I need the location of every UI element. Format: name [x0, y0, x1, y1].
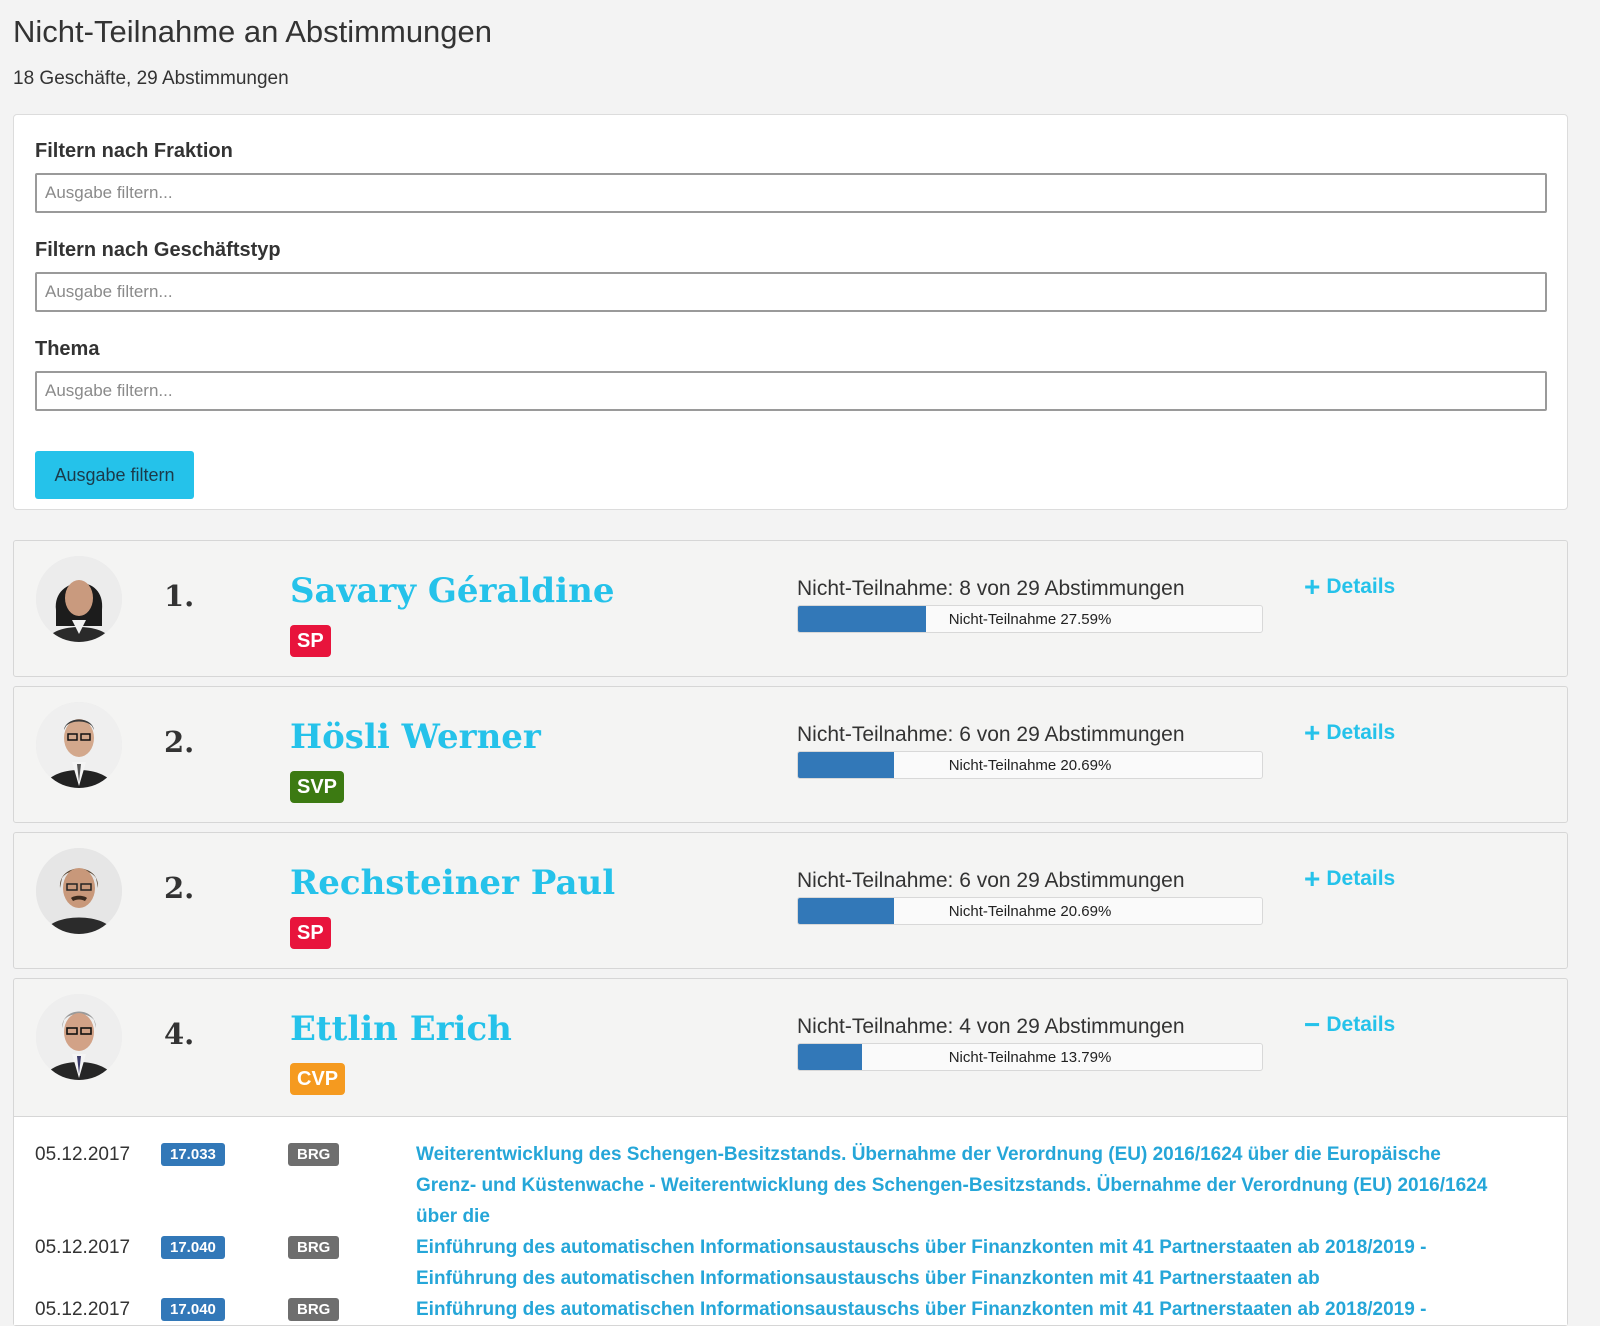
member-card-header: 2. Rechsteiner Paul SP Nicht-Teilnahme: …	[14, 833, 1567, 970]
portrait-icon	[36, 702, 122, 788]
avatar	[36, 848, 122, 934]
absence-progress-bar: Nicht-Teilnahme 27.59%	[797, 605, 1263, 633]
filter-panel: Filtern nach Fraktion Filtern nach Gesch…	[13, 114, 1568, 510]
business-number-cell: 17.033	[161, 1139, 288, 1232]
business-title-link[interactable]: Einführung des automatischen Information…	[416, 1232, 1496, 1294]
member-name-link[interactable]: Ettlin Erich	[290, 1009, 512, 1049]
details-label: Details	[1326, 867, 1396, 890]
details-label: Details	[1326, 575, 1396, 598]
member-rank: 1.	[164, 579, 195, 613]
member-card: 2. Hösli Werner SVP Nicht-Teilnahme: 6 v…	[13, 686, 1568, 823]
vote-date: 05.12.2017	[35, 1237, 131, 1258]
page-subtitle: 18 Geschäfte, 29 Abstimmungen	[13, 68, 289, 89]
details-toggle[interactable]: + Details	[1304, 717, 1396, 748]
filter-geschaeftstyp-label: Filtern nach Geschäftstyp	[35, 239, 281, 261]
filter-group-geschaeftstyp: Filtern nach Geschäftstyp	[35, 238, 1547, 337]
party-badge: CVP	[290, 1063, 346, 1095]
party-badge: SP	[290, 917, 331, 949]
absence-progress-label: Nicht-Teilnahme 20.69%	[948, 903, 1112, 920]
filter-submit-button[interactable]: Ausgabe filtern	[35, 451, 194, 499]
plus-icon: +	[1304, 717, 1321, 748]
details-toggle[interactable]: − Details	[1304, 1009, 1396, 1040]
table-row: 05.12.2017 17.033 BRG Weiterentwicklung …	[14, 1139, 1567, 1232]
minus-icon: −	[1304, 1009, 1321, 1040]
filter-thema-label: Thema	[35, 338, 100, 360]
avatar	[36, 994, 122, 1080]
absence-progress-label: Nicht-Teilnahme 27.59%	[948, 611, 1112, 628]
details-toggle[interactable]: + Details	[1304, 571, 1396, 602]
business-type-badge: BRG	[288, 1298, 340, 1321]
business-title-link[interactable]: Weiterentwicklung des Schengen-Besitzsta…	[416, 1139, 1496, 1232]
plus-icon: +	[1304, 571, 1321, 602]
filter-geschaeftstyp-input[interactable]	[35, 272, 1547, 312]
absence-stat: Nicht-Teilnahme: 6 von 29 Abstimmungen	[797, 723, 1185, 746]
page: Nicht-Teilnahme an Abstimmungen 18 Gesch…	[0, 0, 1568, 1326]
portrait-icon	[36, 994, 122, 1080]
member-card-header: 1. Savary Géraldine SP Nicht-Teilnahme: …	[14, 541, 1567, 678]
filter-group-thema: Thema	[35, 337, 1547, 436]
member-list: 1. Savary Géraldine SP Nicht-Teilnahme: …	[13, 540, 1568, 1326]
member-card-expanded: 4. Ettlin Erich CVP Nicht-Teilnahme: 4 v…	[13, 978, 1568, 1326]
member-card-header: 4. Ettlin Erich CVP Nicht-Teilnahme: 4 v…	[14, 979, 1567, 1116]
business-number-badge[interactable]: 17.040	[161, 1236, 225, 1259]
business-number-cell: 17.040	[161, 1232, 288, 1294]
filter-group-fraktion: Filtern nach Fraktion	[35, 139, 1547, 238]
avatar	[36, 702, 122, 788]
business-type-cell: BRG	[288, 1139, 416, 1232]
filter-thema-input[interactable]	[35, 371, 1547, 411]
table-row: 05.12.2017 17.040 BRG Einführung des aut…	[14, 1294, 1567, 1325]
business-title-link[interactable]: Einführung des automatischen Information…	[416, 1294, 1496, 1325]
absence-stat: Nicht-Teilnahme: 8 von 29 Abstimmungen	[797, 577, 1185, 600]
absence-progress-bar: Nicht-Teilnahme 13.79%	[797, 1043, 1263, 1071]
business-type-badge: BRG	[288, 1143, 340, 1166]
avatar	[36, 556, 122, 642]
business-number-badge[interactable]: 17.033	[161, 1143, 225, 1166]
plus-icon: +	[1304, 863, 1321, 894]
table-row: 05.12.2017 17.040 BRG Einführung des aut…	[14, 1232, 1567, 1294]
business-number-cell: 17.040	[161, 1294, 288, 1325]
filter-fraktion-label: Filtern nach Fraktion	[35, 140, 233, 162]
absence-stat: Nicht-Teilnahme: 4 von 29 Abstimmungen	[797, 1015, 1185, 1038]
business-type-badge: BRG	[288, 1236, 340, 1259]
member-rank: 2.	[164, 725, 195, 759]
member-name-link[interactable]: Savary Géraldine	[290, 571, 614, 611]
member-rank: 4.	[164, 1017, 195, 1051]
absence-progress-label: Nicht-Teilnahme 13.79%	[948, 1049, 1112, 1066]
party-badge: SVP	[290, 771, 345, 803]
business-number-badge[interactable]: 17.040	[161, 1298, 225, 1321]
vote-date: 05.12.2017	[35, 1144, 131, 1165]
business-type-cell: BRG	[288, 1294, 416, 1325]
vote-date: 05.12.2017	[35, 1299, 131, 1320]
business-type-cell: BRG	[288, 1232, 416, 1294]
page-title: Nicht-Teilnahme an Abstimmungen	[13, 14, 493, 49]
member-name-link[interactable]: Hösli Werner	[290, 717, 541, 757]
details-label: Details	[1326, 721, 1396, 744]
member-card: 1. Savary Géraldine SP Nicht-Teilnahme: …	[13, 540, 1568, 677]
details-toggle[interactable]: + Details	[1304, 863, 1396, 894]
member-rank: 2.	[164, 871, 195, 905]
absence-details-table: 05.12.2017 17.033 BRG Weiterentwicklung …	[14, 1116, 1567, 1325]
member-card-header: 2. Hösli Werner SVP Nicht-Teilnahme: 6 v…	[14, 687, 1567, 824]
absence-stat: Nicht-Teilnahme: 6 von 29 Abstimmungen	[797, 869, 1185, 892]
portrait-icon	[36, 848, 122, 934]
party-badge: SP	[290, 625, 331, 657]
details-label: Details	[1326, 1013, 1396, 1036]
member-name-link[interactable]: Rechsteiner Paul	[290, 863, 615, 903]
portrait-icon	[36, 556, 122, 642]
absence-progress-bar: Nicht-Teilnahme 20.69%	[797, 751, 1263, 779]
absence-progress-bar: Nicht-Teilnahme 20.69%	[797, 897, 1263, 925]
filter-fraktion-input[interactable]	[35, 173, 1547, 213]
member-card: 2. Rechsteiner Paul SP Nicht-Teilnahme: …	[13, 832, 1568, 969]
absence-progress-label: Nicht-Teilnahme 20.69%	[948, 757, 1112, 774]
